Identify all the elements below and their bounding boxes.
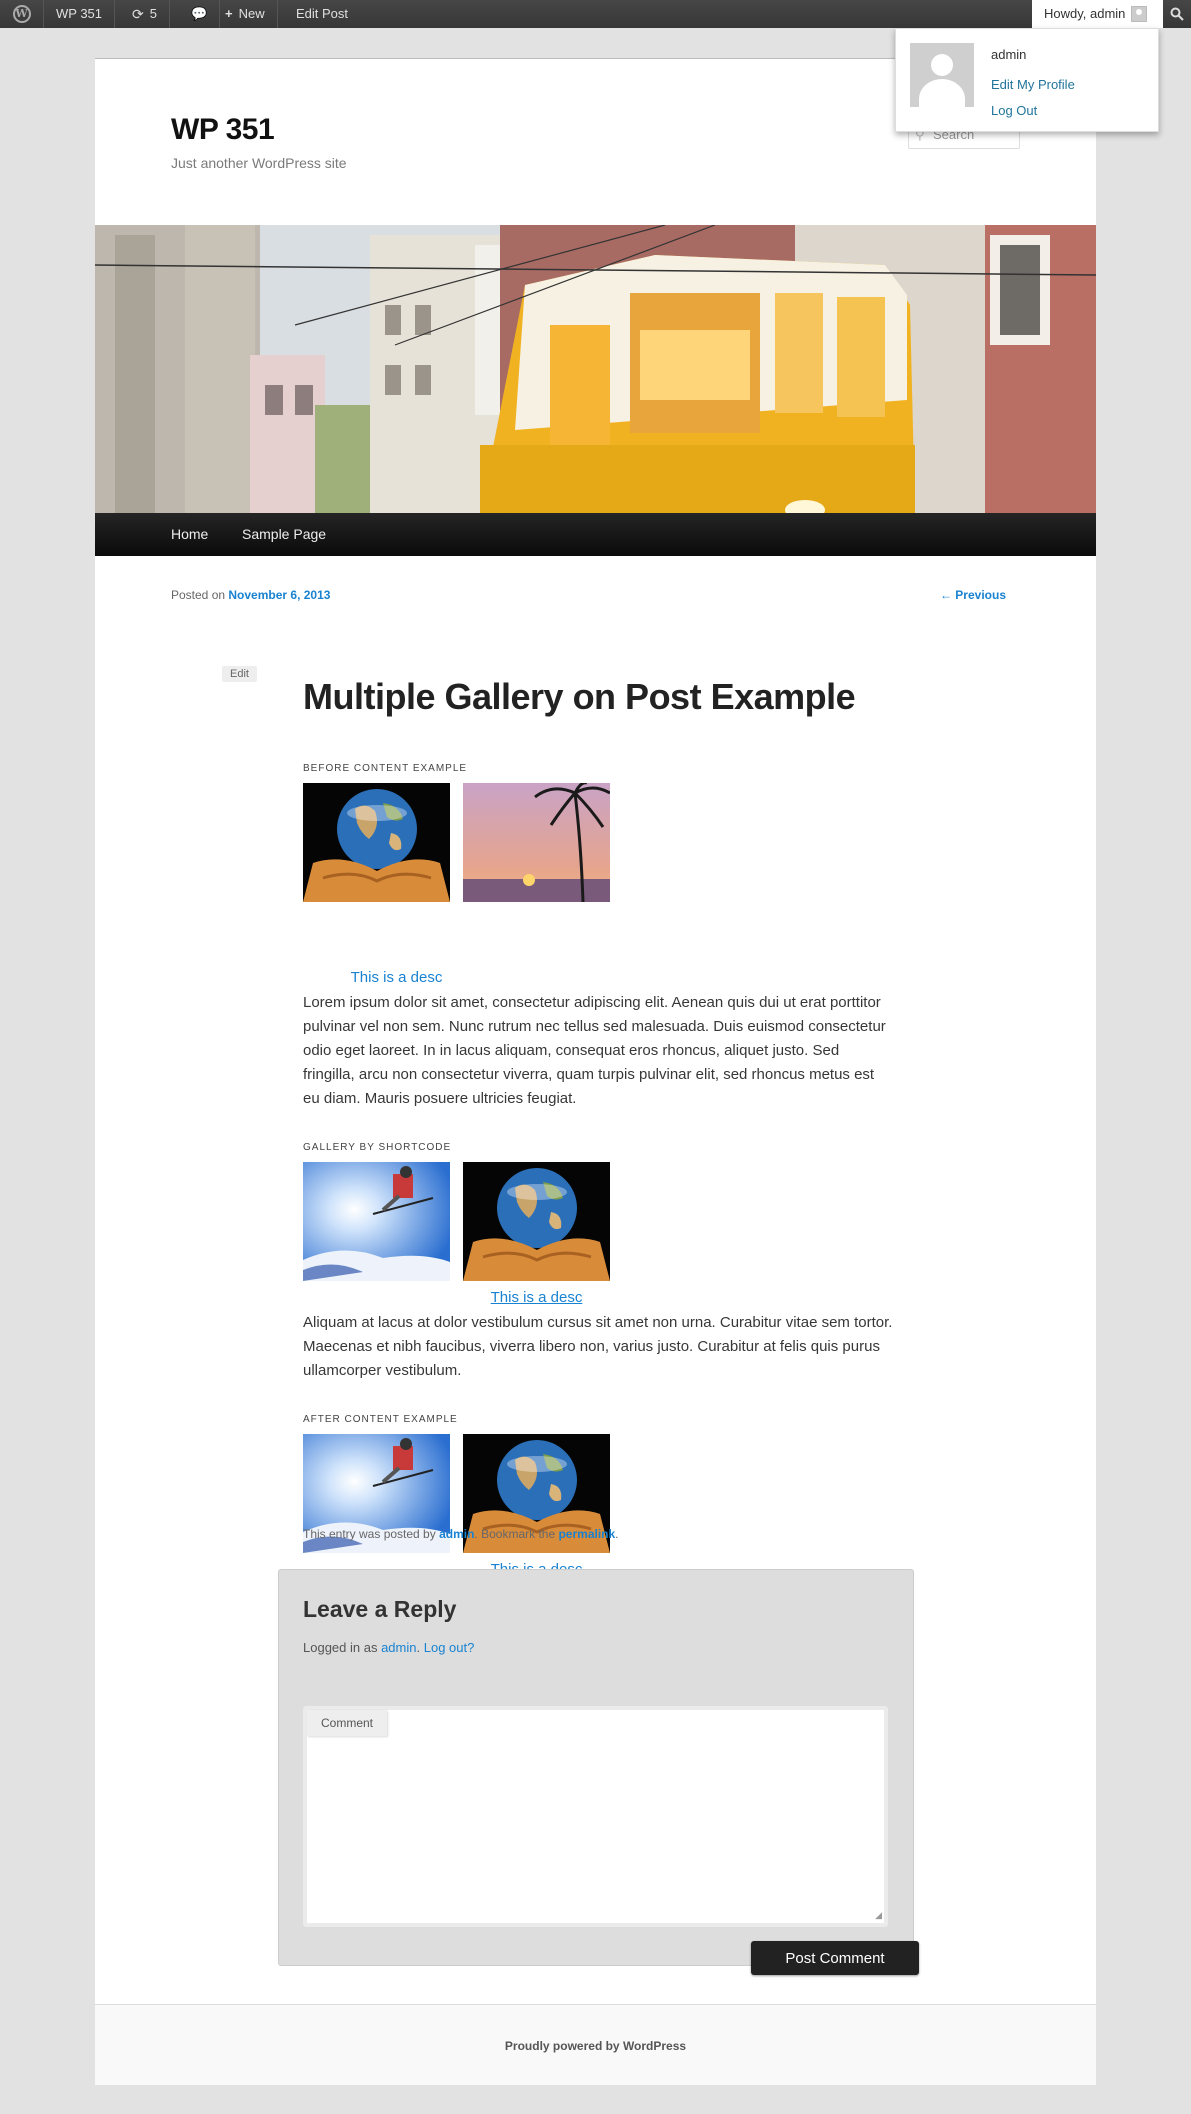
- post-comment-button[interactable]: Post Comment: [751, 1941, 919, 1975]
- entry-meta: This entry was posted by admin. Bookmark…: [303, 1527, 619, 1541]
- avatar-small-icon: [1131, 6, 1148, 22]
- edit-link[interactable]: Edit: [222, 666, 257, 682]
- gallery-title-before: BEFORE CONTENT EXAMPLE: [303, 763, 468, 774]
- edit-post-link[interactable]: Edit Post: [284, 0, 360, 28]
- new-label: New: [238, 6, 265, 21]
- gallery-title-after: AFTER CONTENT EXAMPLE: [303, 1414, 458, 1425]
- comment-textarea[interactable]: [307, 1710, 884, 1923]
- previous-post-link[interactable]: ← Previous: [940, 588, 1006, 602]
- comment-bubble-icon: 💬: [191, 6, 208, 21]
- updates-icon: ⟳: [132, 6, 144, 22]
- entry-meta-prefix: This entry was posted by: [303, 1527, 436, 1541]
- site-name-label: WP 351: [56, 6, 103, 21]
- sunset-palm-image: [463, 783, 610, 902]
- wordpress-logo-menu[interactable]: W: [0, 0, 44, 28]
- post-date-link[interactable]: November 6, 2013: [228, 588, 330, 602]
- reply-title: Leave a Reply: [303, 1596, 457, 1622]
- posted-on-label: Posted on: [171, 588, 226, 602]
- earth-in-hands-image: [303, 783, 450, 902]
- log-out-link[interactable]: Log out?: [424, 1640, 475, 1655]
- edit-my-profile-link[interactable]: Edit My Profile: [991, 77, 1075, 92]
- skier-image: [303, 1162, 450, 1281]
- entry-meta-middle: . Bookmark the: [474, 1527, 556, 1541]
- page-container: WP 351 Just another WordPress site ⚲ Sea…: [95, 58, 1096, 2085]
- earth-in-hands-image: [463, 1162, 610, 1281]
- gallery-image-sunset[interactable]: [463, 783, 610, 902]
- search-icon: [1170, 7, 1184, 21]
- plus-icon: +: [225, 6, 233, 21]
- post-paragraph: Aliquam at lacus at dolor vestibulum cur…: [303, 1314, 893, 1379]
- my-account-menu[interactable]: Howdy, admin: [1032, 0, 1163, 28]
- post-title: Multiple Gallery on Post Example: [303, 676, 856, 717]
- site-title[interactable]: WP 351: [171, 113, 275, 147]
- footer-credit-link[interactable]: Proudly powered by WordPress: [95, 2039, 1096, 2053]
- updates-menu[interactable]: ⟳ 5: [120, 0, 170, 28]
- user-account-dropdown: admin Edit My Profile Log Out: [895, 28, 1159, 132]
- nav-item-sample-page[interactable]: Sample Page: [242, 513, 326, 556]
- gallery-caption[interactable]: This is a desc: [463, 1289, 610, 1306]
- edit-post-label: Edit Post: [296, 6, 349, 21]
- log-out-menu-link[interactable]: Log Out: [991, 103, 1037, 118]
- author-link[interactable]: admin: [439, 1527, 474, 1541]
- nav-item-home[interactable]: Home: [171, 513, 208, 556]
- dropdown-username[interactable]: admin: [991, 47, 1026, 62]
- new-content-menu[interactable]: + New: [213, 0, 278, 28]
- post-paragraph: Lorem ipsum dolor sit amet, consectetur …: [303, 994, 886, 1107]
- site-name-menu[interactable]: WP 351: [44, 0, 116, 28]
- entry-meta-suffix: .: [615, 1527, 619, 1541]
- gallery-image-earth-hands[interactable]: [463, 1162, 610, 1281]
- wordpress-logo-icon: W: [12, 5, 31, 23]
- comment-label: Comment: [307, 1710, 388, 1736]
- logged-in-prefix: Logged in as: [303, 1640, 378, 1655]
- logged-in-as: Logged in as admin. Log out?: [303, 1640, 475, 1655]
- gallery-title-shortcode: GALLERY BY SHORTCODE: [303, 1142, 452, 1153]
- updates-count: 5: [149, 6, 157, 21]
- howdy-label: Howdy, admin: [1044, 6, 1126, 21]
- comment-form: Leave a Reply Logged in as admin. Log ou…: [278, 1569, 914, 1966]
- resize-handle-icon[interactable]: ◢: [875, 1910, 882, 1921]
- admin-bar: W WP 351 ⟳ 5 💬 + New Edit Post Howdy, ad…: [0, 0, 1191, 28]
- gallery-caption[interactable]: This is a desc: [323, 969, 470, 986]
- main-navigation: Home Sample Page: [95, 513, 1096, 556]
- site-footer: Proudly powered by WordPress: [95, 2004, 1096, 2085]
- gallery-image-earth-hands[interactable]: [303, 783, 450, 902]
- avatar[interactable]: [910, 43, 974, 107]
- tram-street-photo: [95, 225, 1096, 513]
- header-image[interactable]: [95, 225, 1096, 513]
- permalink-link[interactable]: permalink: [558, 1527, 615, 1541]
- site-description: Just another WordPress site: [171, 155, 347, 171]
- comment-textarea-wrapper: Comment ◢: [303, 1706, 888, 1927]
- admin-bar-search[interactable]: [1163, 0, 1191, 28]
- logged-in-user-link[interactable]: admin: [381, 1640, 416, 1655]
- posted-on: Posted on November 6, 2013: [171, 588, 330, 602]
- gallery-image-skier[interactable]: [303, 1162, 450, 1281]
